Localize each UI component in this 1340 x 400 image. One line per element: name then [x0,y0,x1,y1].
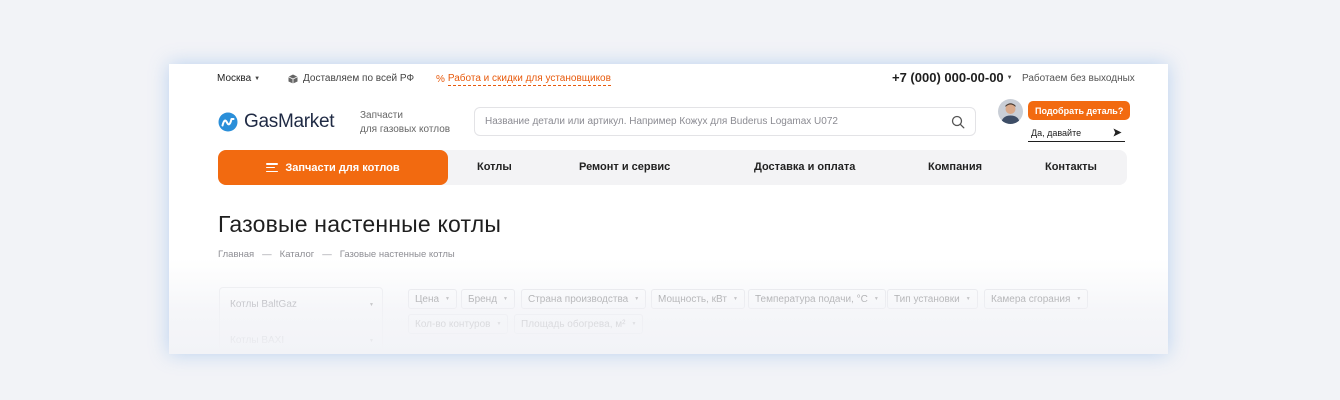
consultant-avatar[interactable] [998,99,1023,124]
chat-reply-text: Да, давайте [1031,127,1082,138]
breadcrumb-home[interactable]: Главная [218,249,254,260]
filter-brand[interactable]: Бренд ▼ [461,289,515,309]
promo-label: Работа и скидки для установщиков [447,73,611,86]
sidebar-item-baxi[interactable]: Котлы BAXI ▼ [230,335,374,346]
city-selector[interactable]: Москва ▼ [217,73,260,84]
person-avatar-icon [998,99,1023,124]
percent-icon: % [436,74,445,85]
chevron-down-icon: ▼ [369,337,374,344]
caret-down-icon: ▼ [1076,296,1082,302]
filter-circuits[interactable]: Кол-во контуров ▼ [408,314,509,334]
sidebar-item-label: Котлы BaltGaz [230,299,297,310]
filter-heating-area[interactable]: Площадь обогрева, м² ▼ [514,314,644,334]
promo-link[interactable]: % Работа и скидки для установщиков [436,73,611,86]
chat-bubble[interactable]: Подобрать деталь? [1028,101,1131,120]
menu-icon [266,163,279,172]
logo[interactable]: GasMarket [218,111,335,133]
filter-label: Камера сгорания [991,293,1071,305]
filter-install-type[interactable]: Тип установки ▼ [887,289,978,309]
phone-number: +7 (000) 000-00-00 [892,70,1004,85]
filter-power[interactable]: Мощность, кВт ▼ [651,289,745,309]
tagline-line-2: для газовых котлов [360,124,451,135]
filter-price[interactable]: Цена ▼ [408,289,457,309]
filter-temperature[interactable]: Температура подачи, °C ▼ [748,289,886,309]
breadcrumb-catalog[interactable]: Каталог [280,249,315,260]
caret-down-icon: ▼ [254,75,261,82]
tagline: Запчасти для газовых котлов [360,109,470,137]
page-card: Москва ▼ Доставляем по всей РФ % Работа … [169,64,1168,354]
city-label: Москва [217,73,252,84]
breadcrumb-separator: — [262,249,272,260]
filter-label: Температура подачи, °C [755,293,868,305]
nav-item-contacts[interactable]: Контакты [1045,161,1097,173]
filter-label: Площадь обогрева, м² [521,318,626,330]
nav-primary-label: Запчасти для котлов [285,161,400,174]
search-input[interactable] [485,116,951,127]
sidebar-item-label: Котлы BAXI [230,335,285,346]
filter-label: Страна производства [528,293,629,305]
nav-parts-catalog-button[interactable]: Запчасти для котлов [218,150,448,185]
caret-down-icon: ▼ [873,296,879,302]
breadcrumb-current: Газовые настенные котлы [339,249,455,260]
caret-down-icon: ▼ [503,296,508,302]
nav-item-boilers[interactable]: Котлы [477,161,512,173]
filter-combustion-chamber[interactable]: Камера сгорания ▼ [984,289,1089,309]
caret-down-icon: ▼ [445,296,450,302]
tagline-line-1: Запчасти [360,110,403,121]
filter-label: Кол-во контуров [415,318,491,330]
nav-item-company[interactable]: Компания [928,161,982,173]
chat-reply-field[interactable]: Да, давайте [1028,124,1125,142]
box-icon [288,74,298,83]
filter-label: Бренд [468,293,498,305]
search-box [474,107,976,136]
caret-down-icon: ▼ [631,321,637,327]
page-title: Газовые настенные котлы [218,211,502,237]
breadcrumb: Главная — Каталог — Газовые настенные ко… [218,249,455,260]
send-icon[interactable] [1113,128,1122,137]
caret-down-icon: ▼ [965,296,971,302]
nav-item-delivery[interactable]: Доставка и оплата [754,161,855,173]
work-hours: Работаем без выходных [1022,73,1135,84]
nav-item-repair[interactable]: Ремонт и сервис [579,161,670,173]
phone-selector[interactable]: +7 (000) 000-00-00 ▼ [892,70,1013,85]
caret-down-icon: ▼ [634,296,640,302]
caret-down-icon: ▼ [1006,74,1013,81]
sidebar-item-baltgaz[interactable]: Котлы BaltGaz ▼ [230,299,374,310]
gasmarket-logo-icon [218,112,238,132]
breadcrumb-separator: — [322,249,332,260]
delivery-info[interactable]: Доставляем по всей РФ [288,73,414,84]
search-icon[interactable] [951,115,965,129]
delivery-label: Доставляем по всей РФ [303,73,415,84]
filter-country[interactable]: Страна производства ▼ [521,289,647,309]
filter-label: Тип установки [894,293,960,305]
caret-down-icon: ▼ [496,321,502,327]
filter-label: Мощность, кВт [658,293,727,305]
logo-text: GasMarket [244,111,335,132]
chevron-down-icon: ▼ [369,301,374,308]
filter-label: Цена [415,293,440,305]
caret-down-icon: ▼ [732,296,738,302]
